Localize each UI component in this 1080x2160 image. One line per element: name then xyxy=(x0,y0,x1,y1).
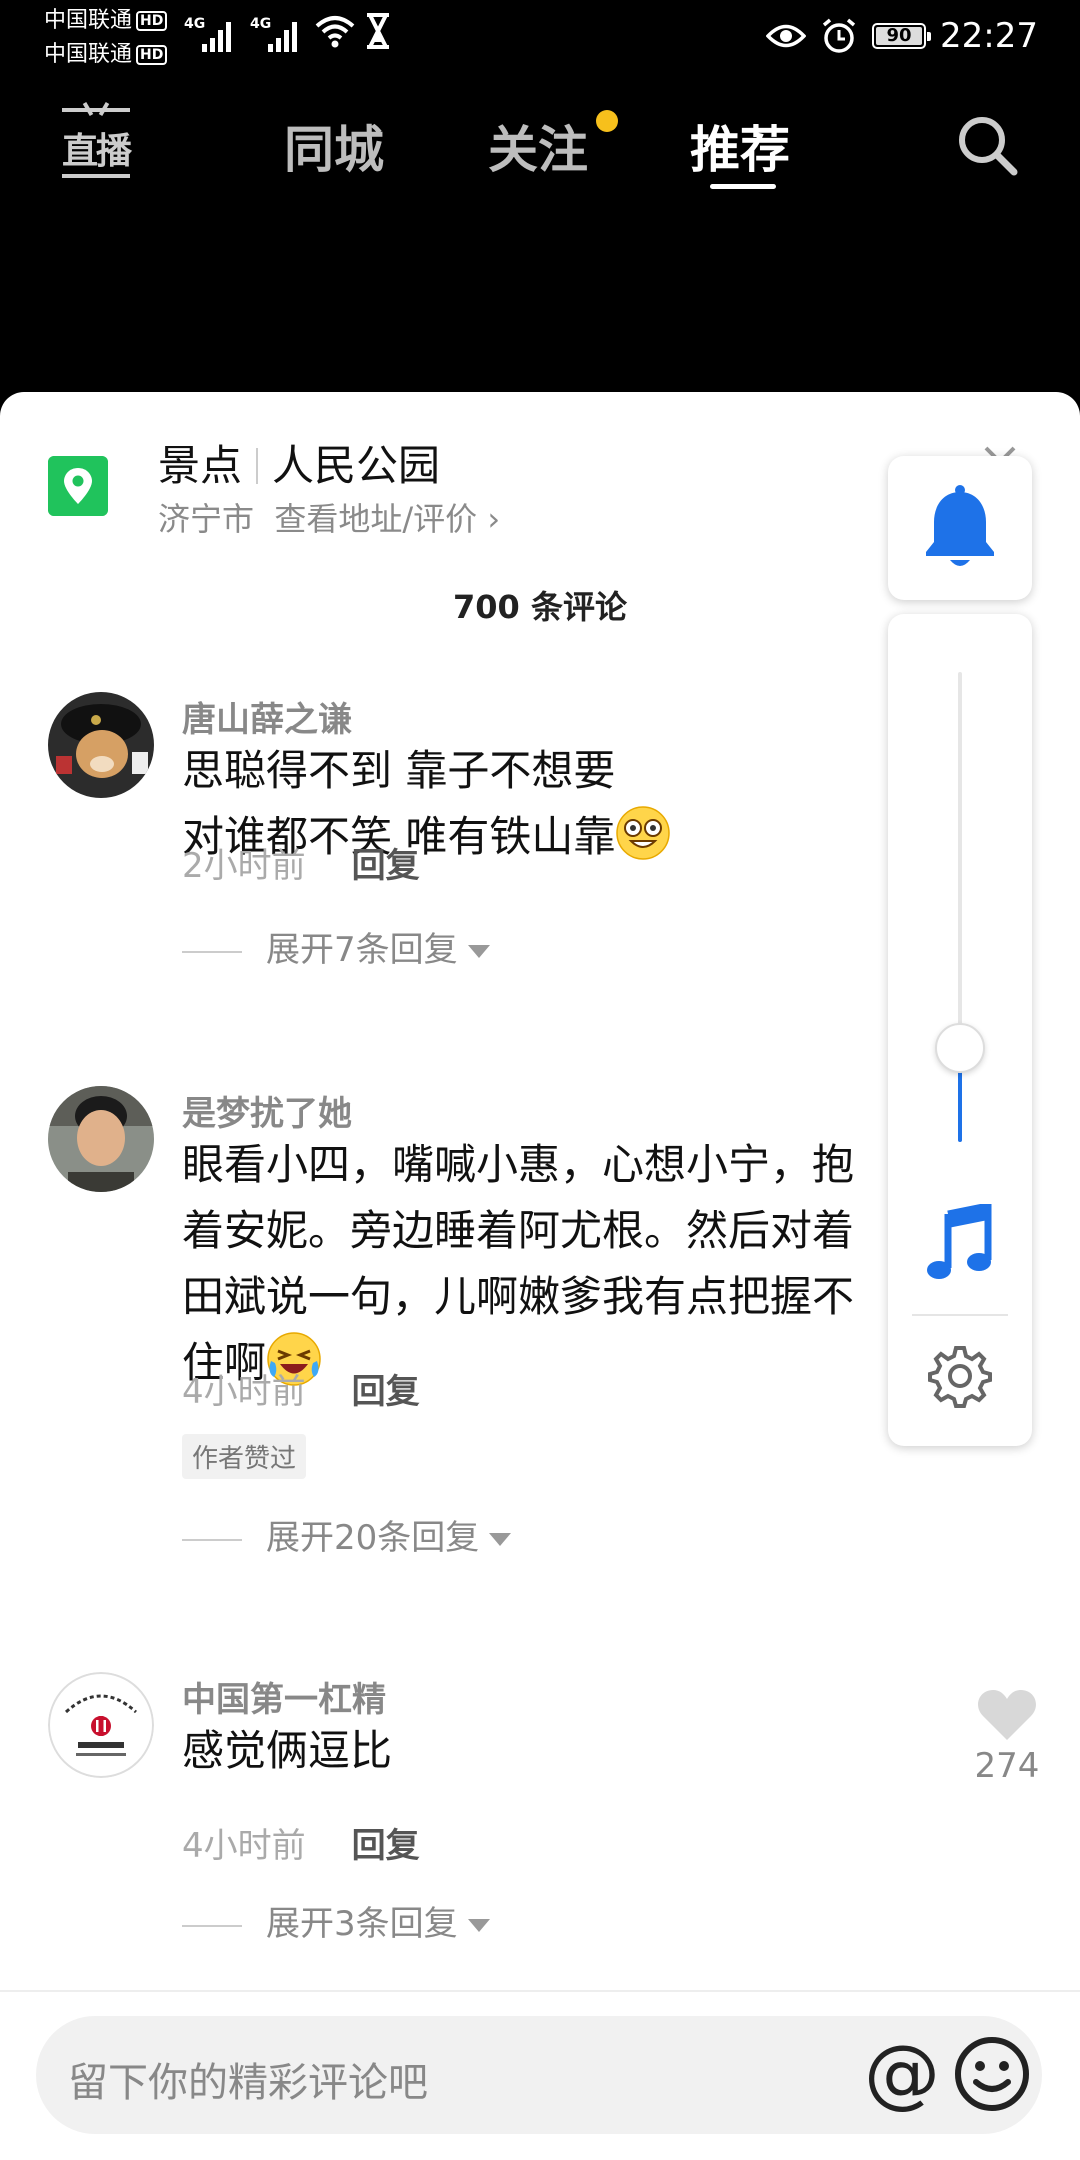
comment-username[interactable]: 是梦扰了她 xyxy=(182,1086,352,1135)
grin-emoji-icon xyxy=(616,806,671,860)
comment-time: 2小时前 xyxy=(182,846,306,886)
reply-button[interactable]: 回复 xyxy=(352,846,420,886)
author-liked-badge: 作者赞过 xyxy=(182,1434,307,1479)
tab-recommend[interactable]: 推荐 xyxy=(690,110,790,182)
wifi-icon xyxy=(315,16,355,48)
alarm-icon xyxy=(822,18,856,53)
comment-username[interactable]: 唐山薛之谦 xyxy=(182,692,352,741)
avatar[interactable] xyxy=(48,692,154,798)
avatar[interactable] xyxy=(48,1086,154,1192)
hourglass-icon xyxy=(367,13,389,49)
gear-icon[interactable] xyxy=(928,1344,992,1408)
carrier-1: 中国联通 HD xyxy=(44,6,168,36)
location-title[interactable]: 景点 人民公园 xyxy=(158,432,440,493)
top-nav: 直播 同城 关注 推荐 xyxy=(0,96,1080,196)
tab-same-city[interactable]: 同城 xyxy=(284,110,384,182)
comment-time: 4小时前 xyxy=(182,1826,306,1866)
search-icon[interactable] xyxy=(952,110,1024,182)
bell-icon xyxy=(926,485,994,566)
heart-icon xyxy=(978,1690,1036,1740)
comment-text: 感觉俩逗比 xyxy=(182,1726,393,1775)
eye-icon xyxy=(766,24,807,48)
tab-following[interactable]: 关注 xyxy=(488,110,588,182)
expand-replies-button[interactable]: 展开7条回复 xyxy=(182,922,490,971)
like-button[interactable]: 274 xyxy=(972,1688,1042,1786)
active-tab-indicator xyxy=(710,184,776,189)
mention-button[interactable]: @ xyxy=(864,2028,940,2117)
chevron-down-icon xyxy=(467,945,490,958)
expand-replies-button[interactable]: 展开20条回复 xyxy=(182,1510,512,1559)
divider xyxy=(0,1990,1080,1992)
comments-sheet: 景点 人民公园 济宁市 查看地址/评价 › 700 条评论 唐山薛之谦 思聪得不到… xyxy=(0,392,1080,2160)
comment-username[interactable]: 中国第一杠精 xyxy=(182,1672,386,1721)
music-note-icon[interactable] xyxy=(924,1204,996,1284)
volume-slider-thumb[interactable] xyxy=(935,1023,985,1073)
comment-meta: 2小时前 回复 xyxy=(182,838,420,887)
battery-icon: 90 xyxy=(872,23,932,49)
comment-input[interactable]: 留下你的精彩评论吧 @ xyxy=(36,2016,1042,2134)
chevron-down-icon xyxy=(489,1533,512,1546)
location-pin-icon xyxy=(48,456,108,516)
reply-button[interactable]: 回复 xyxy=(352,1826,420,1866)
expand-replies-button[interactable]: 展开3条回复 xyxy=(182,1896,490,1945)
live-button[interactable]: 直播 xyxy=(62,108,132,178)
avatar[interactable] xyxy=(48,1672,154,1778)
divider xyxy=(912,1314,1008,1316)
location-subtitle[interactable]: 济宁市 查看地址/评价 › xyxy=(158,494,500,540)
notification-dot xyxy=(596,110,618,132)
ringtone-button[interactable] xyxy=(888,456,1032,600)
comment-time: 4小时前 xyxy=(182,1372,306,1412)
reply-button[interactable]: 回复 xyxy=(352,1372,420,1412)
emoji-icon[interactable] xyxy=(950,2032,1034,2116)
volume-panel xyxy=(888,614,1032,1446)
comment-text: 眼看小四，嘴喊小惠，心想小宁，抱 着安妮。旁边睡着阿尤根。然后对着 田斌说一句，… xyxy=(182,1140,855,1387)
comment-meta: 4小时前 回复 xyxy=(182,1364,420,1413)
comment-meta: 4小时前 回复 xyxy=(182,1818,420,1867)
like-count: 274 xyxy=(974,1746,1040,1786)
comment-input-placeholder: 留下你的精彩评论吧 xyxy=(68,2060,428,2106)
chevron-down-icon xyxy=(467,1919,490,1932)
status-bar: 中国联通 HD 中国联通 HD 4G 4G 90 22:27 xyxy=(0,0,1080,80)
clock: 22:27 xyxy=(940,16,1038,56)
carrier-2: 中国联通 HD xyxy=(44,40,168,70)
